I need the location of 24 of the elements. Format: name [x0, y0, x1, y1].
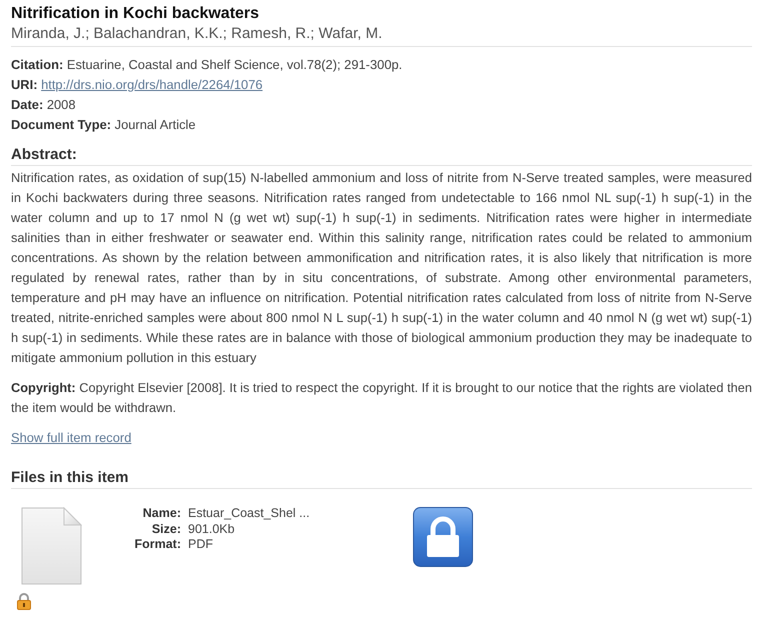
lock-icon — [16, 593, 32, 610]
uri-link[interactable]: http://drs.nio.org/drs/handle/2264/1076 — [41, 77, 263, 92]
full-record-link[interactable]: Show full item record — [11, 430, 132, 445]
file-detail-label: Name: — [142, 506, 181, 522]
field-value: Estuarine, Coastal and Shelf Science, vol.78(2); 291-300p. — [66, 57, 402, 72]
file-detail-value: 901.0Kb — [188, 522, 236, 537]
copyright-text: Copyright: Copyright Elsevier [2008]. It is tried to respect the copyright. If it is brought to our notice that the rights are violated then the item would be withdrawn. — [11, 379, 752, 417]
section-heading: Files in this item — [11, 468, 129, 488]
field-label: Citation: — [11, 57, 64, 72]
field-value: 2008 — [46, 97, 76, 112]
section-heading: Abstract: — [11, 145, 77, 165]
file-detail-value: PDF — [188, 537, 214, 552]
field-label: Document Type: — [11, 117, 112, 132]
field-label: URI: — [11, 77, 38, 92]
author-list: Miranda, J.; Balachandran, K.K.; Ramesh, R.; Wafar, M. — [11, 24, 382, 44]
file-detail-value: Estuar_Coast_Shel ... — [188, 506, 311, 522]
field-value: Journal Article — [114, 117, 196, 132]
abstract-text: Nitrification rates, as oxidation of sup(15) N-labelled ammonium and loss of nitrite from N-Serve treated samples, were measured in Kochi backwaters during three seasons. Nitrification rates ranged from undetectable to 166 nmol NL sup(-1) h sup(-1) in the water column and up to 17 nmol N (g wet wt) sup(-1) h sup(-1) in sediments. Nitrification rates were higher in intermediate salinities than in either freshwater or seawater end. Within this salinity range, nitrification rates could be related to ammonium concentrations. As shown by the relation between ammonification and nitrification rates, it is also likely that nitrification is more regulated by renewal rates, rather than by in situ concentrations, of substrate. Among other environmental parameters, temperature and pH may have an influence on nitrification. Potential nitrification rates calculated from loss of nitrite from N-Serve treated, nitrite-enriched samples were about 800 nmol N L sup(-1) h sup(-1) in the water column and 40 nmol N (g wet wt) sup(-1) h sup(-1) in sediments. While these rates are in balance with those of biological ammonium production they may be inadequate to mitigate ammonium pollution in this estuary — [11, 169, 752, 367]
item-title: Nitrification in Kochi backwaters — [11, 4, 260, 24]
file-detail-label: Size: — [150, 522, 181, 537]
lock-icon[interactable] — [413, 507, 473, 567]
file-detail-label: Format: — [133, 537, 181, 552]
document-thumbnail-icon[interactable] — [21, 507, 82, 585]
field-label: Date: — [11, 97, 44, 112]
